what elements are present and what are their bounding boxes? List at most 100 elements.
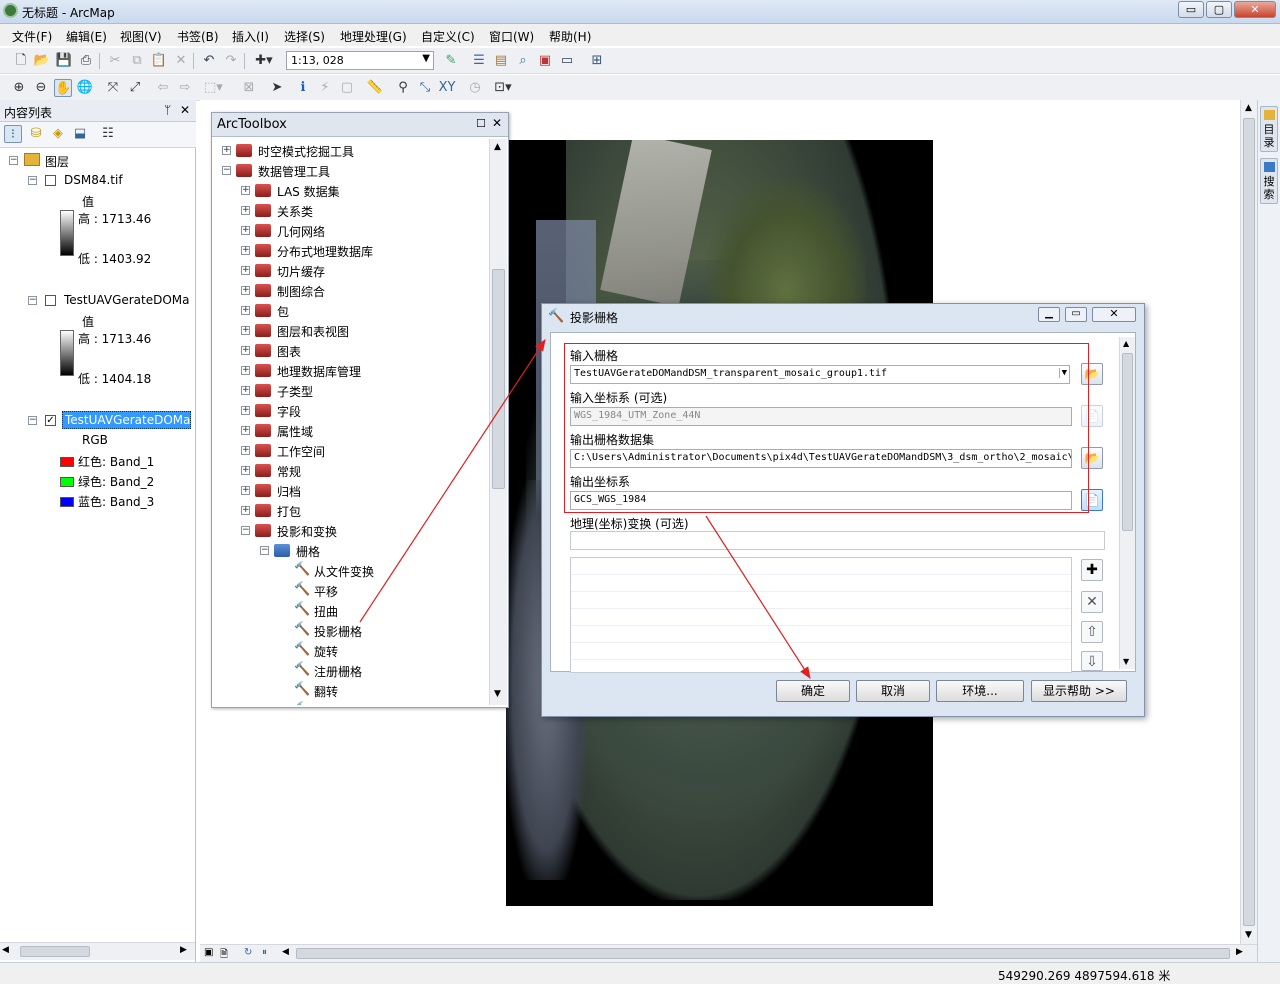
list-by-visibility-icon[interactable]: ◈	[49, 125, 67, 143]
scroll-down-icon[interactable]: ▼	[494, 689, 501, 699]
expand-icon[interactable]: +	[241, 366, 250, 375]
layer-name[interactable]: TestUAVGerateDOMa	[64, 293, 190, 307]
go-to-xy-icon[interactable]: XY	[438, 79, 456, 97]
move-down-icon[interactable]: ⇩	[1081, 651, 1103, 671]
expand-icon[interactable]: +	[241, 346, 250, 355]
scroll-up-icon[interactable]: ▲	[494, 142, 501, 152]
toolset-node[interactable]: 打包	[277, 503, 301, 520]
toolset-node[interactable]: 子类型	[277, 383, 313, 400]
arctoolbox-icon[interactable]: ▣	[536, 52, 554, 70]
refresh-icon[interactable]: ↻	[244, 947, 252, 958]
toolset-node[interactable]: 字段	[277, 403, 301, 420]
map-horizontal-scrollbar[interactable]: ▣ 🗎 ↻ ⏸ ◀ ▶	[200, 944, 1257, 962]
scroll-thumb[interactable]	[296, 948, 1230, 959]
toolset-node[interactable]: 常规	[277, 463, 301, 480]
scroll-right-icon[interactable]: ▶	[180, 945, 187, 955]
layer-visibility-checkbox[interactable]	[45, 295, 56, 306]
expand-icon[interactable]: +	[241, 326, 250, 335]
pause-drawing-icon[interactable]: ⏸	[262, 947, 267, 958]
menu-file[interactable]: 文件(F)	[12, 28, 52, 45]
collapse-icon[interactable]: −	[260, 546, 269, 555]
maximize-icon[interactable]: ▭	[1065, 307, 1087, 322]
tool-node[interactable]: 平移	[314, 583, 338, 600]
time-slider-icon[interactable]: ◷	[466, 79, 484, 97]
tool-node[interactable]: 从文件变换	[314, 563, 374, 580]
toolset-node[interactable]: 投影和变换	[277, 523, 337, 540]
scroll-down-icon[interactable]: ▼	[1123, 657, 1129, 666]
expand-icon[interactable]: +	[241, 506, 250, 515]
move-up-icon[interactable]: ⇧	[1081, 621, 1103, 643]
undo-icon[interactable]: ↶	[200, 52, 218, 70]
search-tab[interactable]: 搜索	[1260, 158, 1278, 204]
scroll-thumb[interactable]	[20, 946, 90, 957]
menu-geoprocessing[interactable]: 地理处理(G)	[340, 28, 407, 45]
scroll-thumb[interactable]	[1243, 118, 1255, 926]
toolset-node[interactable]: 地理数据库管理	[277, 363, 361, 380]
layer-name-selected[interactable]: TestUAVGerateDOMa	[62, 411, 191, 429]
select-elements-icon[interactable]: ➤	[268, 79, 286, 97]
menu-help[interactable]: 帮助(H)	[549, 28, 591, 45]
find-route-icon[interactable]: ⤡	[416, 79, 434, 97]
cut-icon[interactable]: ✂	[106, 52, 124, 70]
tool-node[interactable]: 翻转	[314, 683, 338, 700]
search-window-icon[interactable]: ⌕	[514, 52, 532, 70]
close-icon[interactable]: ✕	[1092, 307, 1136, 322]
expand-icon[interactable]: +	[241, 306, 250, 315]
fixed-zoom-out-icon[interactable]: ⤢	[126, 79, 144, 97]
toolset-node[interactable]: 图表	[277, 343, 301, 360]
geo-transform-field[interactable]	[570, 531, 1105, 550]
restore-icon[interactable]: ☐	[476, 117, 486, 130]
go-forward-icon[interactable]: ⇨	[176, 79, 194, 97]
dialog-scrollbar[interactable]: ▲ ▼	[1119, 337, 1135, 669]
scroll-thumb[interactable]	[1122, 353, 1133, 531]
list-by-drawing-order-icon[interactable]: ⁝	[4, 125, 22, 143]
toolset-node[interactable]: 图层和表视图	[277, 323, 349, 340]
ok-button[interactable]: 确定	[776, 680, 850, 702]
toolset-node[interactable]: 分布式地理数据库	[277, 243, 373, 260]
menu-window[interactable]: 窗口(W)	[489, 28, 534, 45]
expand-icon[interactable]: +	[241, 186, 250, 195]
menu-edit[interactable]: 编辑(E)	[66, 28, 107, 45]
tool-node[interactable]: 投影栅格	[314, 623, 362, 640]
pan-icon[interactable]: ✋	[54, 79, 72, 97]
print-icon[interactable]: ⎙	[77, 52, 95, 70]
add-data-icon[interactable]: ✚▾	[251, 52, 277, 70]
minimize-icon[interactable]: ▁	[1038, 307, 1060, 322]
list-by-source-icon[interactable]: ⛁	[27, 125, 45, 143]
menu-select[interactable]: 选择(S)	[284, 28, 325, 45]
editor-icon[interactable]: ✎	[442, 52, 460, 70]
menu-insert[interactable]: 插入(I)	[232, 28, 269, 45]
python-window-icon[interactable]: ▭	[558, 52, 576, 70]
expand-icon[interactable]: +	[241, 286, 250, 295]
toolset-node[interactable]: 制图综合	[277, 283, 325, 300]
zoom-in-icon[interactable]: ⊕	[10, 79, 28, 97]
collapse-icon[interactable]: −	[28, 416, 37, 425]
options-icon[interactable]: ☷	[99, 125, 117, 143]
scroll-left-icon[interactable]: ◀	[2, 945, 9, 955]
collapse-icon[interactable]: −	[222, 166, 231, 175]
cancel-button[interactable]: 取消	[856, 680, 930, 702]
expand-icon[interactable]: +	[241, 466, 250, 475]
toolset-node[interactable]: 切片缓存	[277, 263, 325, 280]
redo-icon[interactable]: ↷	[222, 52, 240, 70]
model-builder-icon[interactable]: ⊞	[588, 52, 606, 70]
catalog-icon[interactable]: ▤	[492, 52, 510, 70]
fixed-zoom-in-icon[interactable]: ⤧	[104, 79, 122, 97]
toolset-node[interactable]: 属性域	[277, 423, 313, 440]
go-back-icon[interactable]: ⇦	[154, 79, 172, 97]
scroll-right-icon[interactable]: ▶	[1236, 947, 1243, 957]
map-vertical-scrollbar[interactable]: ▲ ▼	[1240, 100, 1257, 944]
list-by-selection-icon[interactable]: ⬓	[71, 125, 89, 143]
tool-node[interactable]: 重设比例	[314, 703, 362, 705]
close-icon[interactable]: ✕	[180, 103, 190, 117]
tool-node[interactable]: 扭曲	[314, 603, 338, 620]
measure-icon[interactable]: 📏	[366, 79, 384, 97]
paste-icon[interactable]: 📋	[150, 52, 168, 70]
select-features-icon[interactable]: ⬚▾	[204, 79, 223, 97]
maximize-button[interactable]: ▢	[1206, 1, 1232, 18]
toolbox-node[interactable]: 时空模式挖掘工具	[258, 143, 354, 160]
close-icon[interactable]: ✕	[492, 116, 502, 130]
close-button[interactable]: ✕	[1234, 1, 1276, 18]
zoom-out-icon[interactable]: ⊖	[32, 79, 50, 97]
map-scale-select[interactable]: 1:13, 028 ▼	[286, 51, 434, 70]
